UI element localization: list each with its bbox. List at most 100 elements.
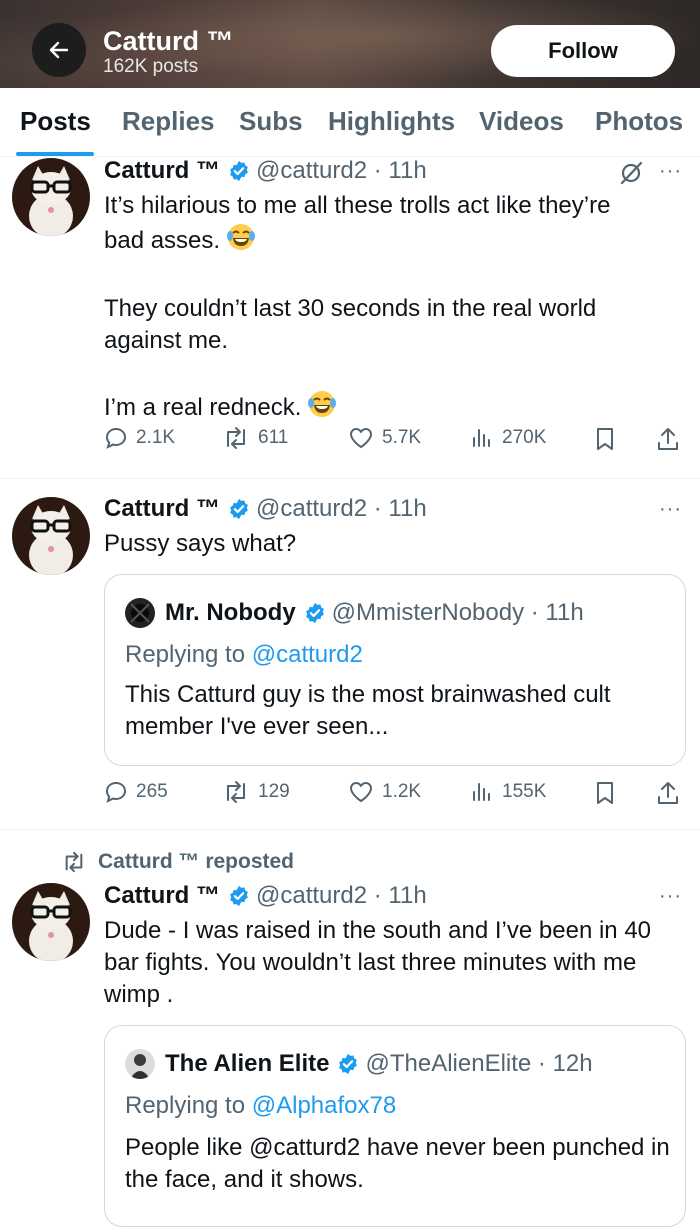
post-text: Pussy says what? — [104, 530, 297, 557]
quoted-author-name: The Alien Elite — [165, 1050, 330, 1077]
post-actions: 2.1K 611 5.7K 270K — [104, 426, 684, 458]
quoted-avatar — [125, 598, 155, 628]
post-text-line: It’s hilarious to me all these trolls ac… — [104, 192, 611, 219]
reply-count: 265 — [136, 781, 168, 802]
repost-icon — [65, 851, 83, 873]
verified-badge-icon — [228, 498, 250, 520]
quoted-post-text: People like @catturd2 have never been pu… — [125, 1134, 670, 1193]
cat-avatar-image — [12, 158, 90, 236]
quoted-author-name: Mr. Nobody — [165, 599, 296, 626]
reply-button[interactable]: 2.1K — [104, 426, 175, 450]
quoted-post-text: This Catturd guy is the most brainwashed… — [125, 681, 611, 740]
repost-indicator: Catturd ™ reposted — [60, 847, 294, 877]
views-button[interactable]: 155K — [470, 780, 546, 804]
share-button[interactable] — [656, 426, 680, 452]
avatar[interactable] — [12, 883, 90, 961]
author-name[interactable]: Catturd ™ — [104, 882, 220, 910]
profile-header: Catturd ™ 162K posts Follow — [0, 0, 700, 88]
like-button[interactable]: 1.2K — [348, 780, 421, 804]
follow-button[interactable]: Follow — [491, 25, 675, 77]
author-name[interactable]: Catturd ™ — [104, 157, 220, 185]
verified-badge-icon — [337, 1053, 359, 1075]
avatar[interactable] — [12, 497, 90, 575]
verified-badge-icon — [228, 885, 250, 907]
replying-to-label: Replying to — [125, 641, 252, 668]
back-button[interactable] — [32, 23, 86, 77]
reply-button[interactable]: 265 — [104, 780, 168, 804]
reply-icon — [105, 427, 127, 449]
view-count: 270K — [502, 427, 547, 448]
reply-icon — [105, 781, 127, 803]
quoted-author-handle-time: @MmisterNobody · 11h — [331, 599, 584, 626]
analytics-icon — [473, 429, 490, 447]
post-text-line: They couldn’t last 30 seconds in the rea… — [104, 295, 597, 322]
arrow-left-icon — [49, 41, 69, 59]
heart-icon — [349, 781, 373, 803]
quoted-post[interactable]: Mr. Nobody @MmisterNobody · 11h Replying… — [104, 574, 686, 766]
tab-highlights[interactable]: Highlights — [328, 106, 455, 137]
view-count: 155K — [502, 781, 547, 802]
more-options-icon[interactable]: ··· — [659, 160, 682, 183]
verified-badge-icon — [304, 602, 326, 624]
avatar[interactable] — [12, 158, 90, 236]
author-name[interactable]: Catturd ™ — [104, 495, 220, 523]
replying-to-link[interactable]: @Alphafox78 — [252, 1092, 396, 1119]
replying-to: Replying to @Alphafox78 — [125, 1092, 396, 1120]
more-options-icon[interactable]: ··· — [659, 498, 682, 521]
profile-tabs: Posts Replies Subs Highlights Videos Pho… — [0, 88, 700, 157]
repost-count: 611 — [258, 427, 289, 448]
repost-icon — [227, 781, 245, 803]
cat-avatar-image — [12, 497, 90, 575]
tab-subs[interactable]: Subs — [239, 106, 303, 137]
bookmark-button[interactable] — [594, 426, 616, 452]
repost-icon — [227, 427, 245, 449]
cat-avatar-image — [12, 883, 90, 961]
repost-button[interactable]: 129 — [222, 780, 290, 804]
tab-videos[interactable]: Videos — [479, 106, 564, 137]
like-button[interactable]: 5.7K — [348, 426, 421, 450]
verified-badge-icon — [228, 160, 250, 182]
tab-posts[interactable]: Posts — [20, 106, 91, 137]
more-options-icon[interactable]: ··· — [659, 885, 682, 908]
bookmark-icon — [597, 782, 613, 804]
repost-count: 129 — [258, 781, 290, 802]
author-handle-time[interactable]: @catturd2 · 11h — [256, 882, 427, 910]
heart-icon — [349, 427, 373, 449]
share-icon — [658, 782, 678, 804]
post-text-line: against me. — [104, 327, 229, 354]
header-title: Catturd ™ — [103, 26, 234, 56]
post-actions: 265 129 1.2K 155K — [104, 780, 684, 812]
share-button[interactable] — [656, 780, 680, 806]
laughing-emoji-icon — [226, 222, 256, 261]
grok-icon[interactable] — [618, 160, 644, 191]
post-divider — [0, 829, 700, 830]
author-handle-time[interactable]: @catturd2 · 11h — [256, 495, 427, 523]
repost-label[interactable]: Catturd ™ reposted — [98, 850, 294, 874]
post-divider — [0, 478, 700, 479]
tab-replies[interactable]: Replies — [122, 106, 215, 137]
quoted-post[interactable]: The Alien Elite @TheAlienElite · 12h Rep… — [104, 1025, 686, 1227]
author-handle-time[interactable]: @catturd2 · 11h — [256, 157, 427, 185]
quoted-author-handle-time: @TheAlienElite · 12h — [365, 1050, 593, 1077]
quoted-avatar — [125, 1049, 155, 1079]
bookmark-icon — [597, 428, 613, 450]
replying-to-link[interactable]: @catturd2 — [252, 641, 363, 668]
like-count: 5.7K — [382, 427, 422, 448]
views-button[interactable]: 270K — [470, 426, 546, 450]
active-tab-indicator — [16, 152, 94, 156]
header-post-count: 162K posts — [103, 56, 199, 77]
analytics-icon — [473, 783, 490, 801]
post-text-line: bad asses. — [104, 227, 221, 254]
replying-to: Replying to @catturd2 — [125, 641, 363, 669]
like-count: 1.2K — [382, 781, 422, 802]
post-text: It’s hilarious to me all these trolls ac… — [104, 190, 684, 428]
post-text-line: I’m a real redneck. — [104, 394, 302, 421]
laughing-emoji-icon — [307, 389, 337, 428]
replying-to-label: Replying to — [125, 1092, 252, 1119]
post-text: Dude - I was raised in the south and I’v… — [104, 917, 658, 1008]
reply-count: 2.1K — [136, 427, 176, 448]
tab-photos[interactable]: Photos — [595, 106, 683, 137]
bookmark-button[interactable] — [594, 780, 616, 806]
repost-button[interactable]: 611 — [222, 426, 288, 450]
share-icon — [658, 428, 678, 450]
